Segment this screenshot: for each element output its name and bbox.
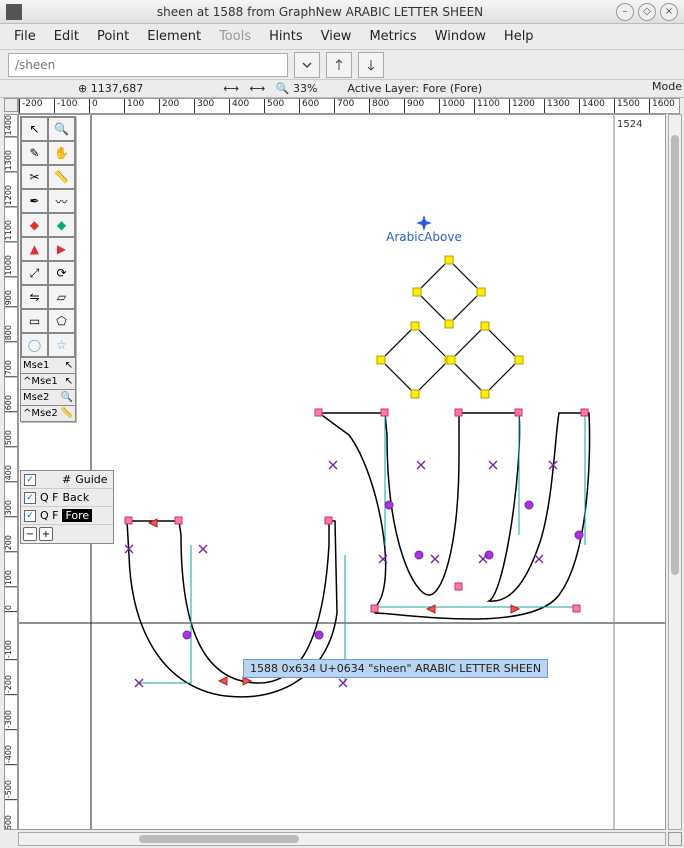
vertical-ruler: 1400130012001100100090080070060050040030… <box>4 114 18 830</box>
mouse-btn-2[interactable]: Mse2🔍 <box>21 389 75 405</box>
fore-visible-checkbox[interactable]: ✓ <box>24 510 36 522</box>
curve-point-tool[interactable]: ◆ <box>21 213 48 237</box>
tool-palette[interactable]: ↖🔍 ✎✋ ✂📏 ✒〰 ◆◆ ▲▶ ⤢⟳ ⇋▱ ▭⬠ ◯☆ Mse1↖ ^Mse… <box>20 116 76 422</box>
glyph-name-input[interactable] <box>8 53 288 77</box>
ellipse-tool[interactable]: ◯ <box>21 333 48 357</box>
rect-tool[interactable]: ▭ <box>21 309 48 333</box>
wordlist-dropdown-button[interactable] <box>294 52 320 78</box>
menu-element[interactable]: Element <box>139 26 209 47</box>
horizontal-scrollbar[interactable] <box>18 832 666 846</box>
menu-window[interactable]: Window <box>427 26 494 47</box>
h-scroll-thumb[interactable] <box>139 835 299 843</box>
window-title: sheen at 1588 from GraphNew ARABIC LETTE… <box>28 5 612 19</box>
mouse-btn-1-ctrl[interactable]: ^Mse1↖ <box>21 373 75 389</box>
menu-help[interactable]: Help <box>496 26 542 47</box>
close-button[interactable]: × <box>660 3 678 21</box>
info-bar: ⊕ 1137,687 ⟷ ⟷ 🔍 33% Active Layer: Fore … <box>0 80 684 98</box>
poly-tool[interactable]: ⬠ <box>48 309 75 333</box>
back-visible-checkbox[interactable]: ✓ <box>24 492 36 504</box>
ruler-corner <box>4 98 18 112</box>
menu-metrics[interactable]: Metrics <box>361 26 424 47</box>
pen-tool[interactable]: ✒ <box>21 189 48 213</box>
menu-point[interactable]: Point <box>89 26 137 47</box>
v-scroll-thumb[interactable] <box>671 135 679 575</box>
magnify-tool[interactable]: 🔍 <box>48 117 75 141</box>
advance-width-label: 1524 <box>617 119 642 130</box>
glyph-tooltip: 1588 0x634 U+0634 "sheen" ARABIC LETTER … <box>243 659 548 678</box>
scroll-corner <box>668 832 682 846</box>
layer-fore-row[interactable]: ✓ Q F Fore <box>21 507 113 525</box>
spiro-tool[interactable]: 〰 <box>48 189 75 213</box>
rotate-tool[interactable]: ⟳ <box>48 261 75 285</box>
hand-tool[interactable]: ✋ <box>48 141 75 165</box>
cursor-coords: 1137,687 <box>91 82 144 95</box>
hv-curve-point-tool[interactable]: ◆ <box>48 213 75 237</box>
scale-tool[interactable]: ⤢ <box>21 261 48 285</box>
active-layer-label: Active Layer: Fore (Fore) <box>347 82 482 95</box>
skew-tool[interactable]: ▱ <box>48 285 75 309</box>
guide-visible-checkbox[interactable]: ✓ <box>24 474 36 486</box>
top-toolbar <box>0 50 684 80</box>
title-bar: sheen at 1588 from GraphNew ARABIC LETTE… <box>0 0 684 24</box>
layer-back-row[interactable]: ✓ Q F Back <box>21 489 113 507</box>
vertical-scrollbar[interactable] <box>668 114 682 830</box>
star-tool[interactable]: ☆ <box>48 333 75 357</box>
layer-guide-row[interactable]: ✓ # Guide <box>21 471 113 489</box>
remove-layer-button[interactable]: − <box>23 527 37 541</box>
menu-file[interactable]: File <box>6 26 44 47</box>
menu-view[interactable]: View <box>313 26 360 47</box>
mode-label: Mode <box>652 80 682 93</box>
app-icon <box>6 4 22 20</box>
prev-defined-button[interactable] <box>326 52 352 78</box>
menu-edit[interactable]: Edit <box>46 26 87 47</box>
ruler-tool[interactable]: 📏 <box>48 165 75 189</box>
zoom-level: 33% <box>293 82 317 95</box>
flip-tool[interactable]: ⇋ <box>21 285 48 309</box>
cut-tool[interactable]: ✂ <box>21 165 48 189</box>
glyph-canvas[interactable]: ArabicAbove <box>18 114 666 830</box>
menu-bar: File Edit Point Element Tools Hints View… <box>0 24 684 50</box>
next-defined-button[interactable] <box>358 52 384 78</box>
mouse-btn-1[interactable]: Mse1↖ <box>21 357 75 373</box>
corner-point-tool[interactable]: ▲ <box>21 237 48 261</box>
menu-tools[interactable]: Tools <box>211 26 259 47</box>
freehand-tool[interactable]: ✎ <box>21 141 48 165</box>
layers-palette[interactable]: ✓ # Guide ✓ Q F Back ✓ Q F Fore − + <box>20 470 114 544</box>
horizontal-ruler: -200-10001002003004005006007008009001000… <box>18 98 680 114</box>
pointer-tool[interactable]: ↖ <box>21 117 48 141</box>
add-layer-button[interactable]: + <box>39 527 53 541</box>
mouse-btn-2-ctrl[interactable]: ^Mse2📏 <box>21 405 75 421</box>
maximize-button[interactable]: ◇ <box>638 3 656 21</box>
menu-hints[interactable]: Hints <box>261 26 311 47</box>
glyph-drawing: ArabicAbove <box>19 115 666 830</box>
anchor-above-label: ArabicAbove <box>386 230 462 244</box>
tangent-point-tool[interactable]: ▶ <box>48 237 75 261</box>
fore-layer-label: Fore <box>62 509 92 522</box>
minimize-button[interactable]: – <box>616 3 634 21</box>
